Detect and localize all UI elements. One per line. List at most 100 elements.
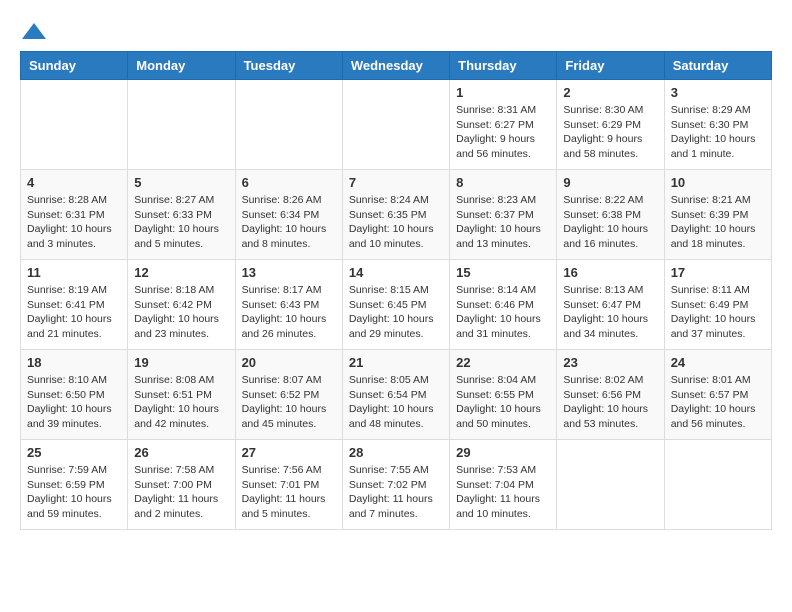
day-info: Sunrise: 7:56 AM Sunset: 7:01 PM Dayligh… [242, 463, 336, 522]
calendar-cell: 1Sunrise: 8:31 AM Sunset: 6:27 PM Daylig… [450, 80, 557, 170]
day-number: 22 [456, 355, 550, 370]
day-number: 8 [456, 175, 550, 190]
day-number: 19 [134, 355, 228, 370]
day-number: 4 [27, 175, 121, 190]
day-info: Sunrise: 8:28 AM Sunset: 6:31 PM Dayligh… [27, 193, 121, 252]
day-info: Sunrise: 8:04 AM Sunset: 6:55 PM Dayligh… [456, 373, 550, 432]
calendar-cell: 22 Sunrise: 8:04 AM Sunset: 6:55 PM Dayli… [450, 350, 557, 440]
day-info: Sunrise: 8:18 AM Sunset: 6:42 PM Dayligh… [134, 283, 228, 342]
calendar-cell: 21 Sunrise: 8:05 AM Sunset: 6:54 PM Dayli… [342, 350, 449, 440]
day-number: 7 [349, 175, 443, 190]
day-info: Sunrise: 8:08 AM Sunset: 6:51 PM Dayligh… [134, 373, 228, 432]
day-info: Sunrise: 8:23 AM Sunset: 6:37 PM Dayligh… [456, 193, 550, 252]
day-info: Sunrise: 8:30 AM Sunset: 6:29 PM Dayligh… [563, 103, 657, 162]
day-info: Sunrise: 8:02 AM Sunset: 6:56 PM Dayligh… [563, 373, 657, 432]
calendar-cell: 2 Sunrise: 8:30 AM Sunset: 6:29 PM Daylig… [557, 80, 664, 170]
calendar-cell: 13Sunrise: 8:17 AM Sunset: 6:43 PM Dayli… [235, 260, 342, 350]
day-info: Sunrise: 8:10 AM Sunset: 6:50 PM Dayligh… [27, 373, 121, 432]
day-info: Sunrise: 8:14 AM Sunset: 6:46 PM Dayligh… [456, 283, 550, 342]
calendar-cell: 20Sunrise: 8:07 AM Sunset: 6:52 PM Dayli… [235, 350, 342, 440]
calendar-header-saturday: Saturday [664, 52, 771, 80]
calendar-cell: 6 Sunrise: 8:26 AM Sunset: 6:34 PM Daylig… [235, 170, 342, 260]
calendar-cell [664, 440, 771, 530]
logo [20, 20, 52, 41]
calendar-cell: 5 Sunrise: 8:27 AM Sunset: 6:33 PM Daylig… [128, 170, 235, 260]
day-info: Sunrise: 7:53 AM Sunset: 7:04 PM Dayligh… [456, 463, 550, 522]
day-info: Sunrise: 8:27 AM Sunset: 6:33 PM Dayligh… [134, 193, 228, 252]
day-number: 25 [27, 445, 121, 460]
day-number: 2 [563, 85, 657, 100]
day-info: Sunrise: 8:13 AM Sunset: 6:47 PM Dayligh… [563, 283, 657, 342]
day-number: 24 [671, 355, 765, 370]
calendar-header-friday: Friday [557, 52, 664, 80]
calendar-header-wednesday: Wednesday [342, 52, 449, 80]
calendar-cell: 19 Sunrise: 8:08 AM Sunset: 6:51 PM Dayli… [128, 350, 235, 440]
day-number: 26 [134, 445, 228, 460]
calendar-week-row: 11 Sunrise: 8:19 AM Sunset: 6:41 PM Dayli… [21, 260, 772, 350]
calendar-cell [557, 440, 664, 530]
day-number: 13 [242, 265, 336, 280]
day-number: 6 [242, 175, 336, 190]
calendar-cell: 27 Sunrise: 7:56 AM Sunset: 7:01 PM Dayli… [235, 440, 342, 530]
day-info: Sunrise: 8:21 AM Sunset: 6:39 PM Dayligh… [671, 193, 765, 252]
calendar-header-monday: Monday [128, 52, 235, 80]
day-number: 28 [349, 445, 443, 460]
day-info: Sunrise: 8:07 AM Sunset: 6:52 PM Dayligh… [242, 373, 336, 432]
calendar-cell: 11 Sunrise: 8:19 AM Sunset: 6:41 PM Dayli… [21, 260, 128, 350]
calendar-cell: 14 Sunrise: 8:15 AM Sunset: 6:45 PM Dayli… [342, 260, 449, 350]
calendar-cell: 16Sunrise: 8:13 AM Sunset: 6:47 PM Dayli… [557, 260, 664, 350]
day-info: Sunrise: 8:26 AM Sunset: 6:34 PM Dayligh… [242, 193, 336, 252]
day-info: Sunrise: 8:22 AM Sunset: 6:38 PM Dayligh… [563, 193, 657, 252]
day-info: Sunrise: 8:15 AM Sunset: 6:45 PM Dayligh… [349, 283, 443, 342]
day-number: 11 [27, 265, 121, 280]
day-info: Sunrise: 8:31 AM Sunset: 6:27 PM Dayligh… [456, 103, 550, 162]
logo-icon [20, 21, 48, 41]
day-number: 21 [349, 355, 443, 370]
calendar-cell: 12 Sunrise: 8:18 AM Sunset: 6:42 PM Dayli… [128, 260, 235, 350]
day-number: 17 [671, 265, 765, 280]
calendar-cell: 8 Sunrise: 8:23 AM Sunset: 6:37 PM Daylig… [450, 170, 557, 260]
calendar-cell: 24 Sunrise: 8:01 AM Sunset: 6:57 PM Dayli… [664, 350, 771, 440]
calendar-cell [235, 80, 342, 170]
calendar-cell [21, 80, 128, 170]
calendar-cell: 23 Sunrise: 8:02 AM Sunset: 6:56 PM Dayli… [557, 350, 664, 440]
day-number: 15 [456, 265, 550, 280]
day-info: Sunrise: 8:24 AM Sunset: 6:35 PM Dayligh… [349, 193, 443, 252]
calendar-week-row: 25 Sunrise: 7:59 AM Sunset: 6:59 PM Dayli… [21, 440, 772, 530]
day-number: 14 [349, 265, 443, 280]
day-number: 23 [563, 355, 657, 370]
day-info: Sunrise: 8:29 AM Sunset: 6:30 PM Dayligh… [671, 103, 765, 162]
day-number: 3 [671, 85, 765, 100]
calendar-cell: 28 Sunrise: 7:55 AM Sunset: 7:02 PM Dayli… [342, 440, 449, 530]
day-number: 10 [671, 175, 765, 190]
calendar-cell: 3 Sunrise: 8:29 AM Sunset: 6:30 PM Daylig… [664, 80, 771, 170]
day-info: Sunrise: 7:59 AM Sunset: 6:59 PM Dayligh… [27, 463, 121, 522]
calendar-cell: 7 Sunrise: 8:24 AM Sunset: 6:35 PM Daylig… [342, 170, 449, 260]
calendar-header-row: SundayMondayTuesdayWednesdayThursdayFrid… [21, 52, 772, 80]
calendar-header-tuesday: Tuesday [235, 52, 342, 80]
calendar-cell: 4 Sunrise: 8:28 AM Sunset: 6:31 PM Daylig… [21, 170, 128, 260]
calendar-cell: 18 Sunrise: 8:10 AM Sunset: 6:50 PM Dayli… [21, 350, 128, 440]
calendar-header-sunday: Sunday [21, 52, 128, 80]
calendar-cell: 15 Sunrise: 8:14 AM Sunset: 6:46 PM Dayli… [450, 260, 557, 350]
day-info: Sunrise: 8:05 AM Sunset: 6:54 PM Dayligh… [349, 373, 443, 432]
header [20, 20, 772, 41]
day-info: Sunrise: 8:01 AM Sunset: 6:57 PM Dayligh… [671, 373, 765, 432]
calendar-week-row: 4 Sunrise: 8:28 AM Sunset: 6:31 PM Daylig… [21, 170, 772, 260]
calendar-cell: 10 Sunrise: 8:21 AM Sunset: 6:39 PM Dayli… [664, 170, 771, 260]
calendar-cell [128, 80, 235, 170]
day-number: 18 [27, 355, 121, 370]
day-number: 9 [563, 175, 657, 190]
calendar-cell: 9 Sunrise: 8:22 AM Sunset: 6:38 PM Daylig… [557, 170, 664, 260]
day-info: Sunrise: 7:55 AM Sunset: 7:02 PM Dayligh… [349, 463, 443, 522]
day-number: 29 [456, 445, 550, 460]
day-info: Sunrise: 8:11 AM Sunset: 6:49 PM Dayligh… [671, 283, 765, 342]
calendar-cell: 26Sunrise: 7:58 AM Sunset: 7:00 PM Dayli… [128, 440, 235, 530]
day-number: 12 [134, 265, 228, 280]
calendar-cell [342, 80, 449, 170]
calendar-header-thursday: Thursday [450, 52, 557, 80]
calendar-week-row: 1Sunrise: 8:31 AM Sunset: 6:27 PM Daylig… [21, 80, 772, 170]
day-number: 5 [134, 175, 228, 190]
day-number: 27 [242, 445, 336, 460]
day-info: Sunrise: 8:19 AM Sunset: 6:41 PM Dayligh… [27, 283, 121, 342]
